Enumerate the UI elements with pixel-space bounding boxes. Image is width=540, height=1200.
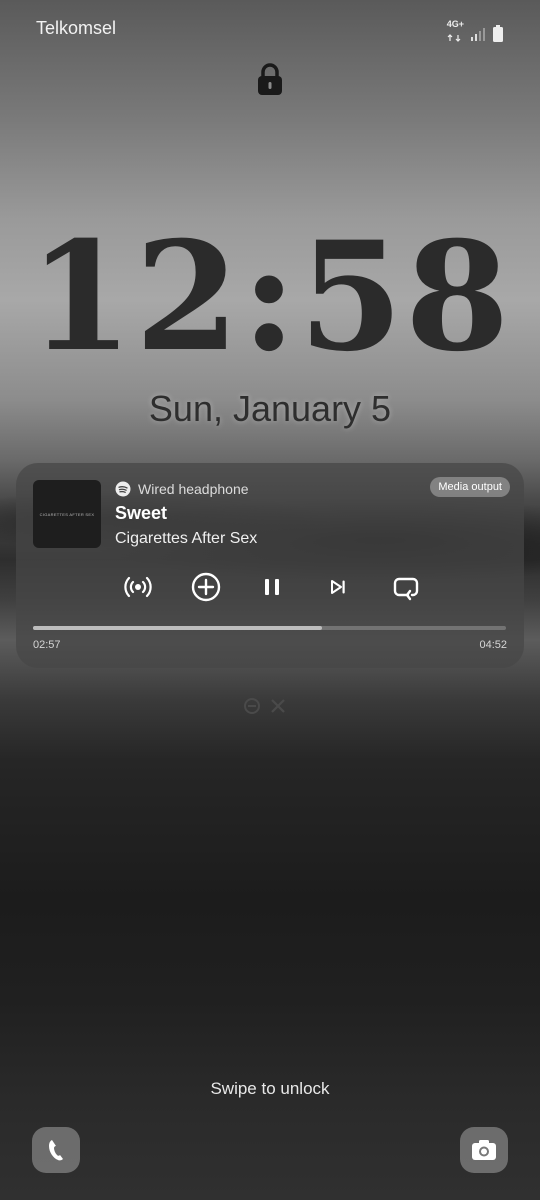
skip-next-icon[interactable] xyxy=(320,569,356,605)
media-player-card[interactable]: CIGARETTES AFTER SEX Wired headphone Med… xyxy=(16,463,524,668)
close-x-icon[interactable] xyxy=(269,697,287,715)
widget-pager xyxy=(243,697,287,715)
signal-icon xyxy=(471,27,485,41)
source-label: Wired headphone xyxy=(138,481,249,497)
broadcast-icon[interactable] xyxy=(120,569,156,605)
repeat-icon[interactable] xyxy=(388,569,424,605)
spotify-icon xyxy=(115,481,131,497)
total-duration: 04:52 xyxy=(479,639,507,651)
phone-icon xyxy=(49,1140,63,1161)
battery-icon xyxy=(493,24,503,42)
camera-shortcut-button[interactable] xyxy=(460,1127,508,1173)
song-title: Sweet xyxy=(115,503,168,523)
seek-bar-progress xyxy=(33,626,322,630)
network-4g-plus-icon: 4G+ xyxy=(447,20,464,47)
status-icons: 4G+ xyxy=(447,20,504,47)
seek-bar[interactable] xyxy=(33,626,506,630)
camera-icon xyxy=(472,1140,496,1160)
media-source: Wired headphone xyxy=(115,481,249,497)
media-output-button[interactable]: Media output xyxy=(430,477,510,497)
swipe-to-unlock-hint: Swipe to unlock xyxy=(210,1079,330,1098)
status-bar: Telkomsel 4G+ xyxy=(36,18,504,42)
elapsed-time: 02:57 xyxy=(33,639,61,651)
clock-time: 12:58 xyxy=(28,209,512,385)
minus-circle-icon[interactable] xyxy=(243,697,261,715)
carrier-name: Telkomsel xyxy=(36,18,117,38)
lock-icon[interactable] xyxy=(257,62,283,96)
add-circle-icon[interactable] xyxy=(188,569,224,605)
artist-name: Cigarettes After Sex xyxy=(115,530,258,547)
pause-icon[interactable] xyxy=(254,569,290,605)
network-label: 4G+ xyxy=(446,19,464,29)
album-art-text: CIGARETTES AFTER SEX xyxy=(39,511,95,517)
playback-controls xyxy=(120,569,424,605)
clock-date: Sun, January 5 xyxy=(148,388,392,429)
phone-shortcut-button[interactable] xyxy=(32,1127,80,1173)
album-art: CIGARETTES AFTER SEX xyxy=(33,480,101,548)
